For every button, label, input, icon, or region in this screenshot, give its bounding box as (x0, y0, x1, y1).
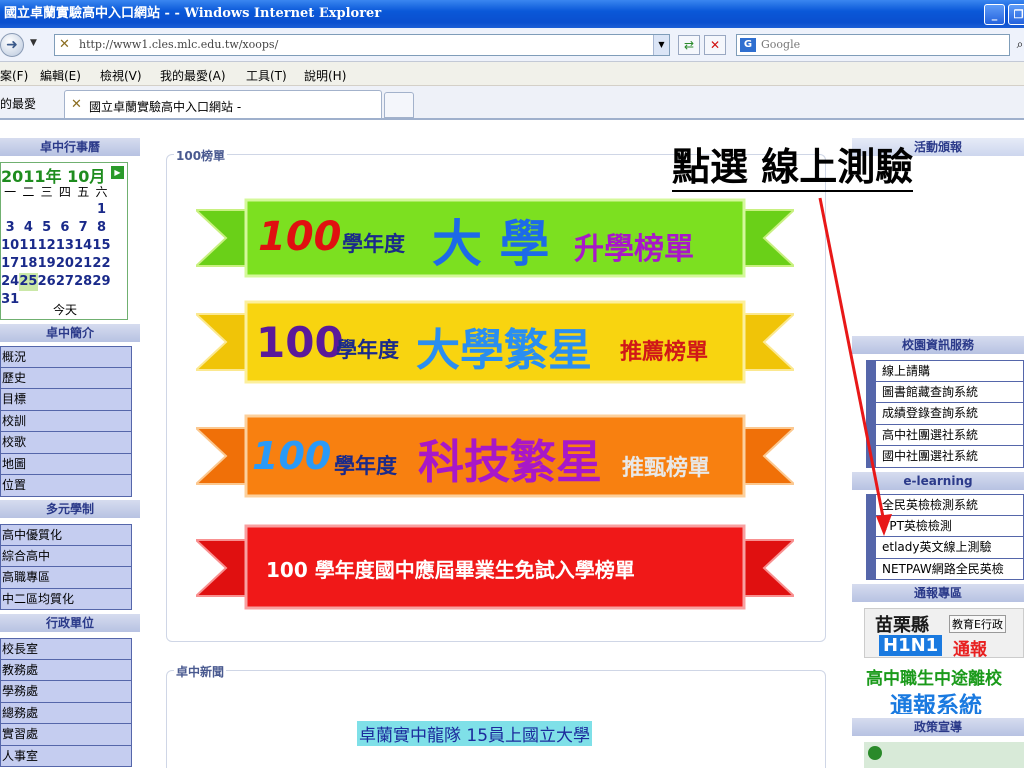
menu-bar: 案(F) 編輯(E) 檢視(V) 我的最愛(A) 工具(T) 說明(H) (0, 62, 1024, 86)
refresh-icon[interactable]: ⇄ (678, 35, 700, 55)
search-input[interactable]: G Google (736, 34, 1010, 56)
window-title: 國立卓蘭實驗高中入口網站 - - Windows Internet Explor… (4, 6, 382, 21)
address-dropdown-icon[interactable]: ▼ (653, 35, 669, 55)
page-content: 卓中行事曆 2011年 10月 ▶ 一 二 三 四 五 六 1 345678 1… (0, 122, 1024, 768)
new-tab-button[interactable] (384, 92, 414, 118)
search-placeholder: Google (761, 38, 801, 51)
site-favicon-icon: ✕ (71, 97, 82, 112)
menu-tools[interactable]: 工具(T) (246, 67, 287, 84)
menu-edit[interactable]: 編輯(E) (40, 67, 81, 84)
menu-help[interactable]: 說明(H) (304, 67, 346, 84)
tab-bar: 的最愛 ✕ 國立卓蘭實驗高中入口網站 - (0, 86, 1024, 120)
address-url[interactable]: http://www1.cles.mlc.edu.tw/xoops/ (79, 38, 278, 51)
menu-favorites[interactable]: 我的最愛(A) (160, 67, 226, 84)
address-toolbar: ➜ ▼ ✕ http://www1.cles.mlc.edu.tw/xoops/… (0, 28, 1024, 62)
minimize-button[interactable]: _ (984, 4, 1005, 25)
address-input[interactable]: ✕ http://www1.cles.mlc.edu.tw/xoops/ ▼ (54, 34, 670, 56)
tab-active[interactable]: ✕ 國立卓蘭實驗高中入口網站 - (64, 90, 382, 118)
stop-icon[interactable]: ✕ (704, 35, 726, 55)
annotation-arrow (818, 197, 892, 536)
favorites-label[interactable]: 的最愛 (0, 95, 36, 112)
forward-arrow-icon[interactable]: ➜ (0, 33, 24, 57)
site-favicon-icon: ✕ (59, 37, 70, 52)
menu-view[interactable]: 檢視(V) (100, 67, 142, 84)
search-go-icon[interactable]: ⌕ (1014, 35, 1024, 55)
menu-file[interactable]: 案(F) (0, 67, 28, 84)
restore-button[interactable]: ❐ (1008, 4, 1024, 25)
window-title-bar: 國立卓蘭實驗高中入口網站 - - Windows Internet Explor… (0, 0, 1024, 28)
tab-label: 國立卓蘭實驗高中入口網站 - (89, 100, 242, 114)
chevron-down-icon[interactable]: ▼ (30, 38, 37, 48)
google-icon: G (740, 38, 756, 52)
